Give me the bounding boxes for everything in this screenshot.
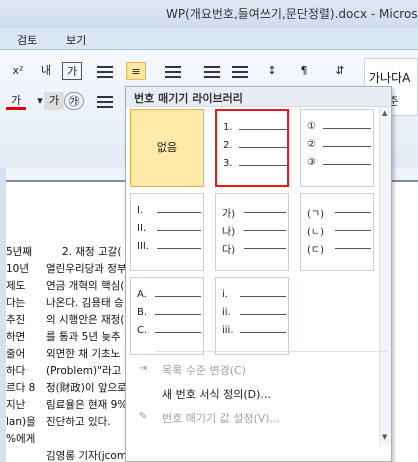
- show-marks-icon[interactable]: ¶: [294, 62, 314, 80]
- format-label: ①: [307, 121, 316, 132]
- format-label: C.: [137, 325, 148, 336]
- doc-line: 하다: [6, 365, 26, 377]
- format-label: ii.: [222, 307, 231, 318]
- doc-line: %에게: [6, 433, 36, 445]
- window-title: WP(개요번호,들여쓰기,문단정렬).docx - Micros: [166, 7, 418, 21]
- numbering-format-circled[interactable]: ① ② ③: [300, 109, 374, 187]
- superscript-icon[interactable]: x²: [8, 62, 28, 80]
- text-direction-icon[interactable]: ⇵: [330, 62, 350, 80]
- format-label: ③: [307, 157, 316, 168]
- doc-line: 지난: [6, 399, 26, 411]
- enclose-icon[interactable]: ㉮: [64, 92, 84, 110]
- numbering-library-panel: 번호 매기기 라이브러리 ▲ ▼ 없음 1. 2. 3. ① ② ③ I. II…: [125, 86, 392, 462]
- doc-line: 추진: [6, 314, 26, 326]
- font-color-icon[interactable]: 가: [6, 92, 26, 110]
- format-label: iii.: [222, 325, 234, 336]
- menu-define-new-format[interactable]: 새 번호 서식 정의(D)...: [126, 383, 391, 403]
- scroll-up-icon[interactable]: ▲: [382, 109, 387, 117]
- doc-line: 하면: [6, 331, 26, 343]
- menu-change-list-level[interactable]: ⇥ 목록 수준 변경(C): [126, 359, 391, 379]
- phonetic-guide-icon[interactable]: 내: [36, 62, 56, 80]
- format-label: I.: [137, 205, 144, 216]
- numbering-format-roman-lower[interactable]: i. ii. iii.: [215, 277, 289, 355]
- numbering-format-alpha-upper[interactable]: A. B. C.: [130, 277, 204, 355]
- menu-label: 새 번호 서식 정의(D)...: [162, 388, 271, 401]
- ribbon-tabs: 검토 보기: [0, 28, 418, 50]
- tab-review[interactable]: 검토: [17, 32, 37, 48]
- menu-label: 번호 매기기 값 설정(V)...: [162, 412, 281, 425]
- doc-line: 줄어: [6, 348, 26, 360]
- numbering-format-decimal[interactable]: 1. 2. 3.: [215, 109, 289, 187]
- format-label: II.: [137, 223, 147, 234]
- panel-title: 번호 매기기 라이브러리: [134, 92, 243, 105]
- multilevel-list-icon[interactable]: [165, 66, 181, 78]
- tab-view[interactable]: 보기: [66, 32, 86, 48]
- doc-left-column: 5년째 10년 제도 다는 추진 하면 줄어 하다 르다 8 지난 lan)을 …: [6, 244, 36, 448]
- format-label: (ㄱ): [307, 209, 325, 220]
- menu-label: 목록 수준 변경(C): [162, 364, 246, 377]
- scroll-down-icon[interactable]: ▼: [382, 433, 387, 441]
- doc-line: 제도: [6, 280, 26, 292]
- doc-line: 10년: [6, 263, 30, 275]
- none-label: 없음: [156, 141, 178, 154]
- numbering-none-cell[interactable]: 없음: [130, 109, 204, 187]
- format-label: 다): [222, 245, 236, 256]
- format-label: (ㄷ): [307, 245, 325, 256]
- numbering-format-jamo[interactable]: (ㄱ) (ㄴ) (ㄷ): [300, 193, 374, 271]
- bullets-icon[interactable]: [97, 66, 113, 78]
- increase-indent-icon[interactable]: [232, 66, 248, 78]
- menu-separator: [156, 351, 388, 352]
- format-label: 2.: [223, 140, 233, 151]
- format-label: i.: [222, 289, 228, 300]
- numbering-value-icon: ✎: [138, 411, 148, 422]
- format-label: ②: [307, 139, 316, 150]
- char-shading-icon[interactable]: 가: [44, 92, 64, 110]
- doc-line: lan)을: [6, 416, 36, 428]
- numbering-format-hangul[interactable]: 가) 나) 다): [215, 193, 289, 271]
- format-label: 1.: [223, 122, 233, 133]
- format-label: 가): [222, 209, 236, 220]
- decrease-indent-icon[interactable]: [204, 66, 220, 78]
- title-bar: WP(개요번호,들여쓰기,문단정렬).docx - Micros: [0, 0, 418, 28]
- doc-line: 5년째: [6, 246, 33, 258]
- doc-line: 르다 8: [6, 382, 36, 394]
- word-window: WP(개요번호,들여쓰기,문단정렬).docx - Micros 검토 보기 x…: [0, 0, 418, 462]
- enclose-char-icon[interactable]: 가: [62, 62, 82, 80]
- menu-set-numbering-value[interactable]: ✎ 번호 매기기 값 설정(V)...: [126, 407, 391, 427]
- numbering-icon[interactable]: ≡: [126, 62, 146, 80]
- numbering-format-roman-upper[interactable]: I. II. III.: [130, 193, 204, 271]
- doc-line: 다는: [6, 297, 26, 309]
- style-item-normal[interactable]: 가나다A: [369, 69, 410, 86]
- format-label: 3.: [223, 158, 233, 169]
- align-left-icon[interactable]: [97, 96, 113, 108]
- sort-icon[interactable]: ↕: [262, 62, 282, 80]
- indent-icon: ⇥: [138, 363, 148, 374]
- numbering-library-header: 번호 매기기 라이브러리: [126, 87, 391, 107]
- format-label: A.: [137, 289, 147, 300]
- format-label: (ㄴ): [307, 227, 325, 238]
- format-label: III.: [137, 241, 150, 252]
- format-label: B.: [137, 307, 148, 318]
- format-label: 나): [222, 227, 236, 238]
